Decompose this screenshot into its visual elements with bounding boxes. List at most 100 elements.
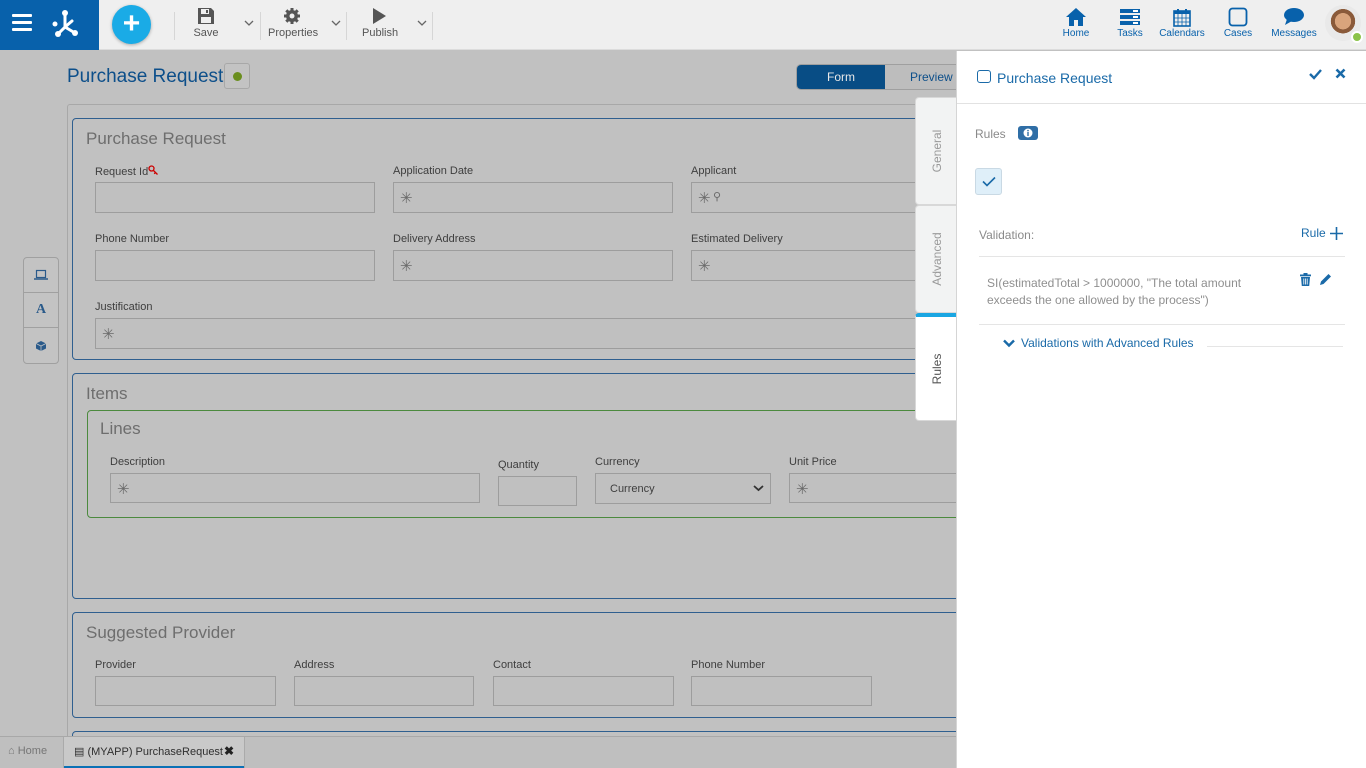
confirm-check-icon[interactable]: [1309, 68, 1322, 80]
side-toolbox: A: [23, 257, 59, 364]
home-tab-label: Home: [17, 745, 48, 757]
delivery-address-label: Delivery Address: [393, 233, 476, 245]
info-icon[interactable]: [1018, 126, 1038, 140]
panel-title: Purchase Request: [997, 70, 1113, 86]
advanced-rules-toggle[interactable]: Validations with Advanced Rules: [1003, 336, 1194, 350]
items-section[interactable]: Items Lines Description ✳ Quantity Curre…: [72, 373, 979, 599]
text-font-icon[interactable]: A: [24, 293, 58, 328]
toolbar-divider: [260, 12, 261, 40]
publish-label: Publish: [362, 27, 399, 39]
purchase-request-tab[interactable]: ▤ (MYAPP) PurchaseRequest ✖: [63, 737, 245, 768]
properties-panel: Purchase Request Rules Validation: Rule …: [956, 51, 1366, 768]
contact-label: Contact: [493, 659, 531, 671]
delivery-address-input[interactable]: ✳: [393, 250, 673, 281]
estimated-delivery-label: Estimated Delivery: [691, 233, 783, 245]
messages-icon: [1271, 6, 1317, 28]
close-tab-icon[interactable]: ✖: [224, 744, 234, 758]
application-date-input[interactable]: ✳: [393, 182, 673, 213]
home-icon: ⌂: [8, 745, 15, 757]
description-label: Description: [110, 456, 166, 468]
key-icon: [148, 165, 159, 175]
rules-label: Rules: [975, 127, 1006, 141]
preview-tab[interactable]: Preview: [885, 65, 965, 89]
play-icon: [362, 6, 396, 26]
form-doc-icon: ▤: [74, 746, 85, 758]
app-logo-icon[interactable]: [50, 9, 82, 41]
request-id-input[interactable]: [95, 182, 375, 213]
phone-number-label: Phone Number: [95, 233, 169, 245]
lines-grid[interactable]: Lines Description ✳ Quantity Currency Cu…: [87, 410, 979, 518]
add-button[interactable]: +: [112, 5, 151, 44]
justification-input[interactable]: ✳: [95, 318, 975, 349]
properties-dropdown-chevron-icon[interactable]: [331, 18, 341, 28]
provider-phone-label: Phone Number: [691, 659, 765, 671]
description-input[interactable]: ✳: [110, 473, 480, 503]
applicant-label: Applicant: [691, 165, 737, 177]
laptop-icon[interactable]: [24, 258, 58, 293]
tab-rules-label: Rules: [929, 353, 944, 384]
currency-select[interactable]: Currency: [595, 473, 771, 504]
nav-tasks-label: Tasks: [1117, 28, 1143, 39]
unit-price-input[interactable]: ✳: [789, 473, 979, 503]
status-indicator[interactable]: [224, 63, 250, 89]
chevron-down-icon: [1003, 339, 1015, 347]
nav-calendars[interactable]: Calendars: [1158, 6, 1206, 39]
save-button[interactable]: Save: [193, 6, 219, 39]
provider-phone-input[interactable]: [691, 676, 872, 706]
section-title: Purchase Request: [86, 129, 226, 148]
properties-button[interactable]: Properties: [268, 6, 318, 39]
view-toggle: Form Preview: [796, 64, 966, 90]
address-input[interactable]: [294, 676, 474, 706]
nav-cases[interactable]: Cases: [1223, 6, 1253, 39]
divider: [979, 324, 1345, 325]
home-tab[interactable]: ⌂ Home: [8, 745, 47, 757]
required-asterisk-icon: ✳: [698, 190, 711, 207]
lines-title: Lines: [100, 419, 141, 438]
tab-general-label: General: [929, 129, 944, 173]
suggested-provider-section[interactable]: Suggested Provider Provider Address Cont…: [72, 612, 972, 718]
edit-pencil-icon[interactable]: [1319, 273, 1332, 286]
tab-advanced[interactable]: Advanced: [915, 205, 957, 313]
close-icon[interactable]: [1335, 68, 1346, 79]
cube-icon[interactable]: [24, 328, 58, 363]
calendar-icon: [1158, 6, 1206, 28]
publish-dropdown-chevron-icon[interactable]: [417, 18, 427, 28]
cases-icon: [1223, 6, 1253, 28]
save-label: Save: [193, 27, 219, 39]
request-id-label: Request Id: [95, 165, 159, 178]
phone-number-input[interactable]: [95, 250, 375, 281]
nav-tasks[interactable]: Tasks: [1116, 6, 1144, 39]
tab-general[interactable]: General: [915, 97, 957, 205]
trash-icon[interactable]: [1300, 273, 1311, 286]
tasks-icon: [1116, 6, 1144, 28]
user-avatar[interactable]: [1325, 5, 1363, 43]
status-dot-icon: [233, 72, 242, 81]
chevron-down-icon: [753, 485, 764, 492]
validation-rule-expression: SI(estimatedTotal > 1000000, "The total …: [987, 276, 1242, 307]
nav-messages[interactable]: Messages: [1271, 6, 1317, 39]
quantity-input[interactable]: [498, 476, 577, 506]
form-checkbox-icon[interactable]: [977, 70, 991, 83]
hamburger-menu-icon[interactable]: [12, 14, 32, 32]
gender-icon: ⚲: [713, 191, 722, 203]
add-rule-button[interactable]: Rule: [1301, 226, 1343, 240]
purchase-request-section[interactable]: Purchase Request Request Id Application …: [72, 118, 975, 360]
required-asterisk-icon: ✳: [796, 481, 809, 498]
validate-checkbox[interactable]: [975, 168, 1002, 195]
tab-rules[interactable]: Rules: [915, 313, 957, 421]
address-label: Address: [294, 659, 335, 671]
unit-price-label: Unit Price: [789, 456, 837, 468]
divider: [979, 256, 1345, 257]
save-dropdown-chevron-icon[interactable]: [244, 18, 254, 28]
form-tab[interactable]: Form: [797, 65, 885, 89]
publish-button[interactable]: Publish: [362, 6, 399, 39]
contact-input[interactable]: [493, 676, 674, 706]
validation-label: Validation:: [979, 228, 1035, 242]
nav-home[interactable]: Home: [1062, 6, 1090, 39]
nav-messages-label: Messages: [1271, 28, 1317, 39]
currency-label: Currency: [595, 456, 640, 468]
required-asterisk-icon: ✳: [117, 481, 130, 498]
toolbar-divider: [432, 12, 433, 40]
provider-input[interactable]: [95, 676, 276, 706]
application-date-label: Application Date: [393, 165, 474, 177]
